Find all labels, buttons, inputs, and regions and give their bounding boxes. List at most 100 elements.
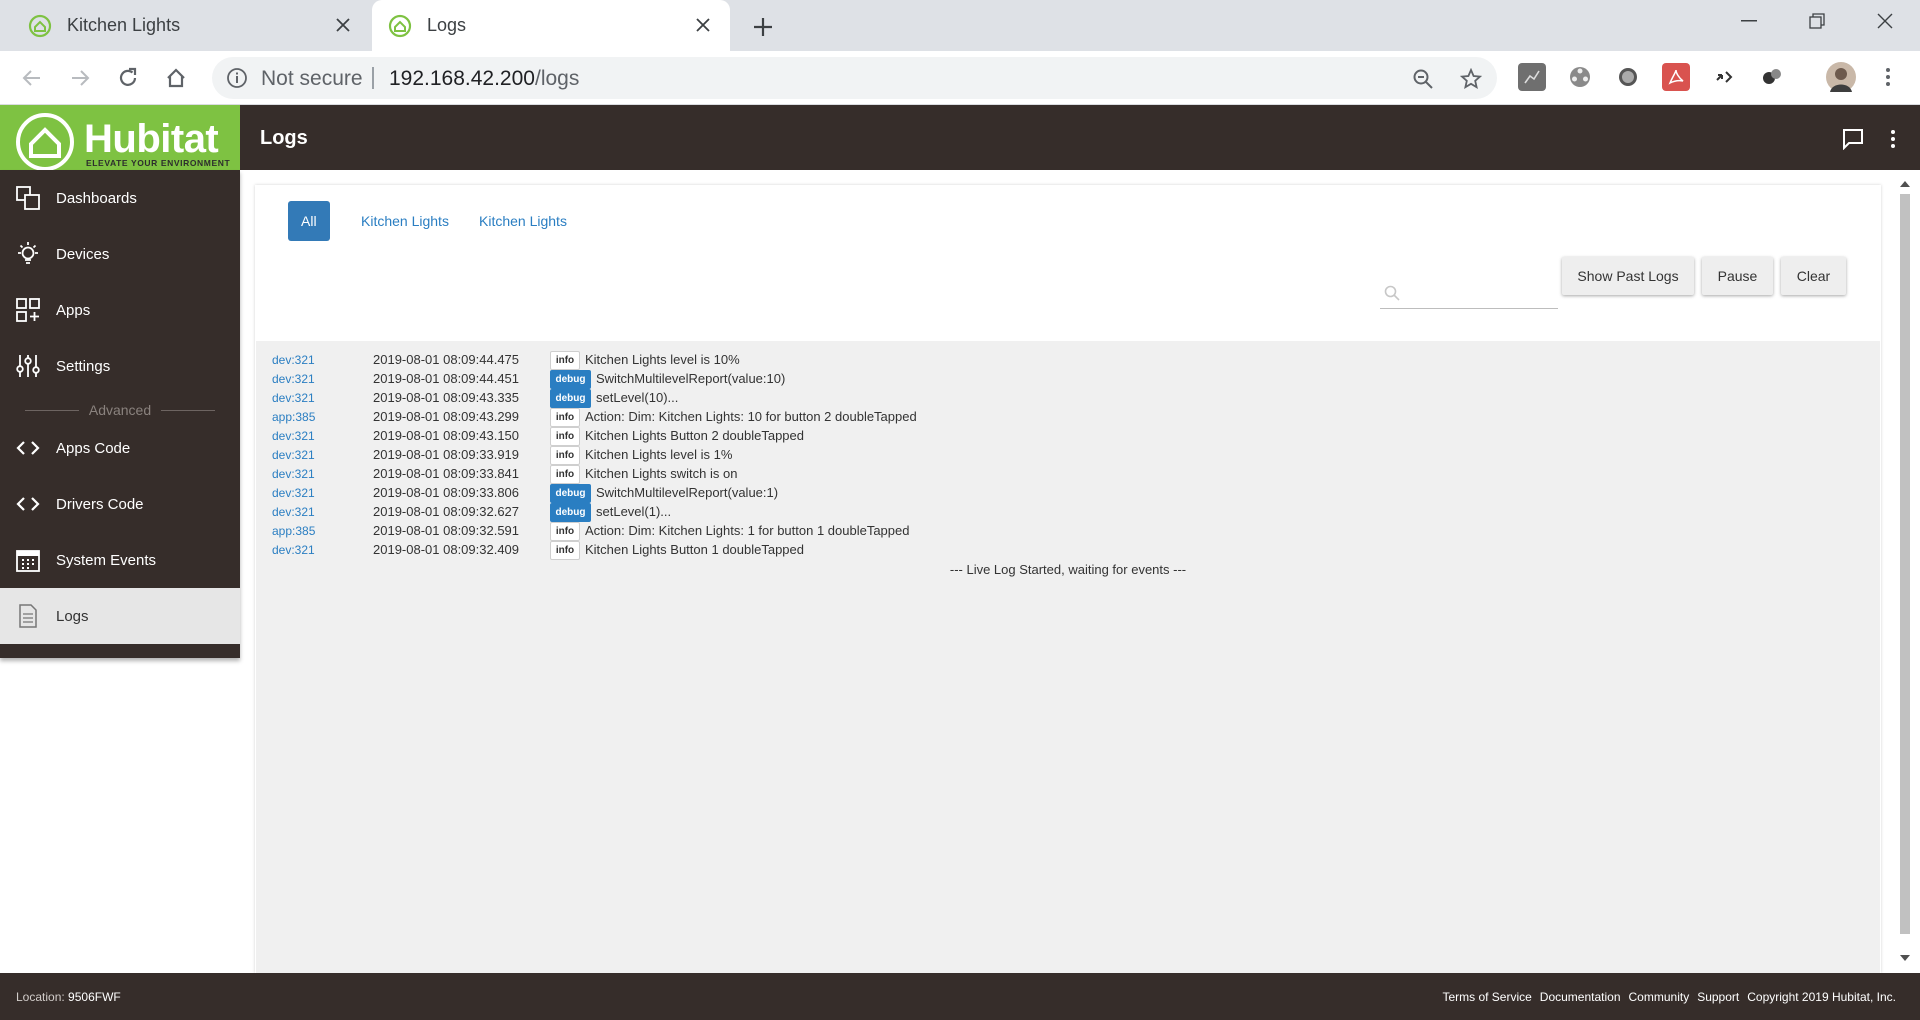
documentation-link[interactable]: Documentation (1540, 990, 1621, 1004)
forward-arrow-icon[interactable] (64, 62, 96, 94)
log-timestamp: 2019-08-01 08:09:43.299 (373, 409, 520, 424)
zoom-out-icon[interactable] (1410, 66, 1436, 92)
filter-kitchen-lights-app[interactable]: Kitchen Lights (466, 201, 580, 241)
location-label: Location: (16, 990, 65, 1004)
filter-all-button[interactable]: All (288, 201, 330, 241)
tab-title: Kitchen Lights (67, 15, 181, 35)
app-menu-icon[interactable] (1880, 126, 1906, 152)
code-icon (14, 434, 42, 462)
dashboards-icon (14, 184, 42, 212)
scrollbar-thumb[interactable] (1900, 194, 1910, 934)
extension-circle-icon[interactable] (1614, 63, 1642, 91)
log-source-link[interactable]: dev:321 (272, 429, 315, 443)
log-source-link[interactable]: dev:321 (272, 448, 315, 462)
advanced-label: Advanced (88, 402, 152, 418)
log-source-link[interactable]: dev:321 (272, 486, 315, 500)
extension-balls-icon[interactable] (1758, 63, 1786, 91)
browser-tab-logs[interactable]: Logs (372, 0, 730, 51)
minimize-window-icon[interactable] (1716, 0, 1782, 42)
log-message: Kitchen Lights switch is on (585, 466, 738, 481)
restore-window-icon[interactable] (1784, 0, 1850, 42)
log-level-badge: info (550, 541, 580, 560)
sliders-icon (14, 352, 42, 380)
sidebar-item-devices[interactable]: Devices (0, 226, 240, 282)
log-message: Kitchen Lights Button 2 doubleTapped (585, 428, 805, 443)
sidebar-item-apps-code[interactable]: Apps Code (0, 420, 240, 476)
sidebar-item-settings[interactable]: Settings (0, 338, 240, 394)
log-level-badge: debug (550, 503, 591, 522)
log-level-badge: info (550, 465, 580, 484)
browser-menu-icon[interactable] (1874, 63, 1902, 91)
close-tab-icon[interactable] (692, 14, 714, 36)
community-link[interactable]: Community (1629, 990, 1690, 1004)
close-window-icon[interactable] (1852, 0, 1918, 42)
log-level-badge: debug (550, 370, 591, 389)
log-level-badge: debug (550, 389, 591, 408)
show-past-logs-button[interactable]: Show Past Logs (1562, 257, 1694, 295)
log-timestamp: 2019-08-01 08:09:44.451 (373, 371, 520, 386)
page-title: Logs (260, 127, 308, 149)
hubitat-favicon-icon (388, 14, 412, 37)
back-arrow-icon[interactable] (16, 62, 48, 94)
support-link[interactable]: Support (1697, 990, 1739, 1004)
feedback-chat-icon[interactable] (1840, 126, 1866, 152)
extension-chart-icon[interactable] (1518, 63, 1546, 91)
log-timestamp: 2019-08-01 08:09:43.335 (373, 390, 520, 405)
log-source-link[interactable]: dev:321 (272, 467, 315, 481)
log-message: Action: Dim: Kitchen Lights: 1 for butto… (585, 523, 910, 538)
code-icon (14, 490, 42, 518)
page-scrollbar[interactable] (1896, 172, 1914, 972)
log-source-link[interactable]: app:385 (272, 410, 315, 424)
clear-button[interactable]: Clear (1781, 257, 1846, 295)
filter-kitchen-lights-device[interactable]: Kitchen Lights (348, 201, 462, 241)
live-log-status: --- Live Log Started, waiting for events… (949, 562, 1187, 577)
home-icon[interactable] (160, 62, 192, 94)
profile-avatar[interactable] (1826, 62, 1856, 92)
log-timestamp: 2019-08-01 08:09:33.806 (373, 485, 520, 500)
pause-button[interactable]: Pause (1702, 257, 1773, 295)
logo-wordmark: Hubitat (84, 117, 219, 161)
log-level-badge: debug (550, 484, 591, 503)
log-message: Kitchen Lights Button 1 doubleTapped (585, 542, 805, 557)
sidebar-item-drivers-code[interactable]: Drivers Code (0, 476, 240, 532)
log-timestamp: 2019-08-01 08:09:32.591 (373, 523, 520, 538)
log-source-link[interactable]: dev:321 (272, 372, 315, 386)
footer-links: Terms of Service Documentation Community… (1434, 990, 1896, 1004)
reload-icon[interactable] (112, 62, 144, 94)
sidebar-item-logs[interactable]: Logs (0, 588, 240, 644)
info-icon[interactable] (226, 67, 248, 89)
logo-tagline: ELEVATE YOUR ENVIRONMENT (86, 158, 231, 168)
terms-of-service-link[interactable]: Terms of Service (1442, 990, 1531, 1004)
log-message: SwitchMultilevelReport(value:10) (596, 371, 786, 386)
sidebar-item-apps[interactable]: Apps (0, 282, 240, 338)
search-input[interactable] (1404, 281, 1554, 305)
log-level-badge: info (550, 446, 580, 465)
extension-film-reel-icon[interactable] (1566, 63, 1594, 91)
sidebar-item-system-events[interactable]: System Events (0, 532, 240, 588)
hubitat-logo[interactable]: Hubitat ELEVATE YOUR ENVIRONMENT (0, 105, 240, 177)
bookmark-star-icon[interactable] (1458, 66, 1484, 92)
log-source-link[interactable]: dev:321 (272, 543, 315, 557)
sidebar-item-label: Apps (56, 301, 91, 319)
address-bar[interactable]: Not secure 192.168.42.200/logs (212, 57, 1497, 99)
app-header: Hubitat ELEVATE YOUR ENVIRONMENT Logs (0, 105, 1920, 177)
close-tab-icon[interactable] (332, 14, 354, 36)
extension-pdf-icon[interactable] (1662, 63, 1690, 91)
log-source-link[interactable]: app:385 (272, 524, 315, 538)
new-tab-plus-icon[interactable] (748, 12, 778, 42)
extension-arrows-icon[interactable] (1710, 63, 1738, 91)
browser-tab-kitchen-lights[interactable]: Kitchen Lights (0, 0, 370, 51)
log-source-link[interactable]: dev:321 (272, 353, 315, 367)
scroll-up-arrow-icon[interactable] (1900, 178, 1910, 188)
log-source-link[interactable]: dev:321 (272, 391, 315, 405)
apps-grid-icon (14, 296, 42, 324)
scroll-down-arrow-icon[interactable] (1900, 954, 1910, 964)
url-path: /logs (534, 67, 580, 90)
location-info: Location: 9506FWF (16, 990, 121, 1004)
lightbulb-icon (14, 240, 42, 268)
sidebar-item-dashboards[interactable]: Dashboards (0, 170, 240, 226)
log-source-link[interactable]: dev:321 (272, 505, 315, 519)
log-level-badge: info (550, 408, 580, 427)
hubitat-favicon-icon (28, 14, 52, 37)
url-text[interactable]: 192.168.42.200/logs (389, 67, 579, 91)
